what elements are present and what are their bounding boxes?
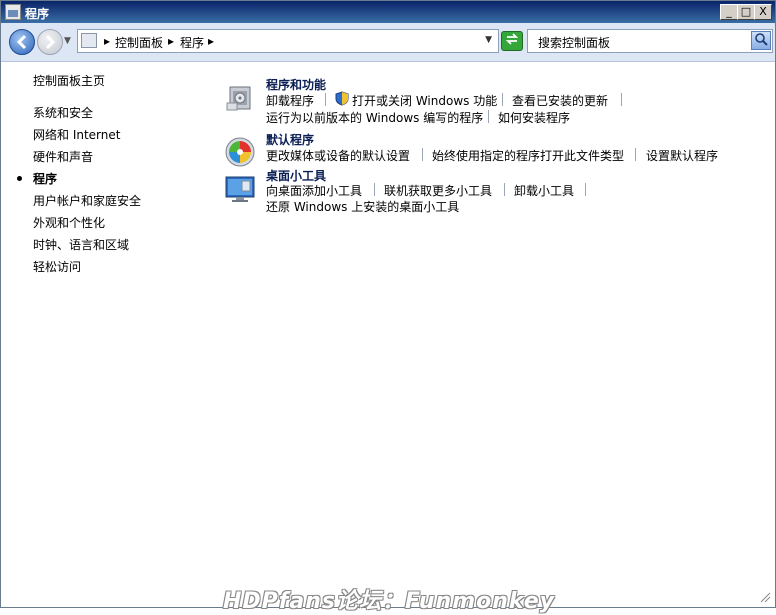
breadcrumb-control-panel[interactable]: 控制面板 (115, 34, 163, 51)
task-turn-windows-features[interactable]: 打开或关闭 Windows 功能 (352, 92, 497, 109)
task-separator (488, 110, 489, 123)
sidebar: 控制面板主页 系统和安全 网络和 Internet 硬件和声音 程序 用户帐户和… (1, 62, 211, 606)
sidebar-item-system-security[interactable]: 系统和安全 (33, 104, 93, 121)
task-separator (585, 183, 586, 196)
task-get-more-gadgets[interactable]: 联机获取更多小工具 (384, 182, 492, 199)
task-always-use-program[interactable]: 始终使用指定的程序打开此文件类型 (432, 147, 624, 164)
task-separator (502, 93, 503, 106)
breadcrumb-separator-icon[interactable]: ▸ (208, 34, 214, 48)
control-panel-icon (81, 33, 97, 48)
task-separator (422, 148, 423, 161)
address-box[interactable]: ▸ 控制面板 ▸ 程序 ▸ ▼ (77, 29, 499, 53)
sidebar-item-programs[interactable]: 程序 (33, 170, 57, 187)
forward-arrow-icon (45, 34, 56, 50)
task-uninstall-gadget[interactable]: 卸载小工具 (514, 182, 574, 199)
task-separator (374, 183, 375, 196)
task-add-gadgets[interactable]: 向桌面添加小工具 (266, 182, 362, 199)
task-run-older-programs[interactable]: 运行为以前版本的 Windows 编写的程序 (266, 109, 483, 126)
sidebar-item-clock-region[interactable]: 时钟、语言和区域 (33, 236, 129, 253)
sidebar-item-home[interactable]: 控制面板主页 (33, 72, 105, 89)
sidebar-item-network-internet[interactable]: 网络和 Internet (33, 126, 120, 143)
search-icon (755, 33, 768, 46)
task-view-installed-updates[interactable]: 查看已安装的更新 (512, 92, 608, 109)
sidebar-item-hardware-sound[interactable]: 硬件和声音 (33, 148, 93, 165)
back-button[interactable] (9, 29, 35, 55)
close-button[interactable]: X (754, 4, 772, 20)
selected-bullet-icon (17, 176, 22, 181)
task-how-to-install[interactable]: 如何安装程序 (498, 109, 570, 126)
control-panel-window: 程序 _ □ X ▼ ▸ 控制面板 ▸ 程序 ▸ ▼ 搜索控制面板 控制面板主页… (0, 0, 776, 614)
search-box[interactable]: 搜索控制面板 (527, 29, 773, 53)
window-icon (5, 4, 21, 20)
search-input[interactable]: 搜索控制面板 (538, 34, 610, 51)
watermark-text: HDPfans论坛：Funmonkey (223, 589, 556, 614)
task-separator (621, 93, 622, 106)
sidebar-item-user-accounts[interactable]: 用户帐户和家庭安全 (33, 192, 141, 209)
minimize-button[interactable]: _ (720, 4, 738, 20)
task-restore-gadgets[interactable]: 还原 Windows 上安装的桌面小工具 (266, 198, 459, 215)
recent-pages-dropdown-icon[interactable]: ▼ (64, 36, 71, 46)
default-programs-icon[interactable] (224, 136, 256, 168)
programs-features-icon[interactable] (224, 81, 256, 113)
sidebar-item-appearance[interactable]: 外观和个性化 (33, 214, 105, 231)
address-dropdown-icon[interactable]: ▼ (485, 35, 492, 45)
back-arrow-icon (16, 34, 27, 50)
title-bar[interactable]: 程序 _ □ X (1, 1, 775, 23)
address-bar: ▼ ▸ 控制面板 ▸ 程序 ▸ ▼ 搜索控制面板 (1, 23, 775, 62)
task-separator (504, 183, 505, 196)
task-change-media-defaults[interactable]: 更改媒体或设备的默认设置 (266, 147, 410, 164)
resize-grip-icon[interactable] (759, 591, 771, 603)
task-set-default-programs[interactable]: 设置默认程序 (646, 147, 718, 164)
breadcrumb-separator-icon[interactable]: ▸ (104, 34, 110, 48)
desktop-gadgets-icon[interactable] (224, 173, 256, 205)
refresh-icon (505, 33, 519, 45)
sidebar-item-ease-of-access[interactable]: 轻松访问 (33, 258, 81, 275)
forward-button[interactable] (37, 29, 63, 55)
maximize-button[interactable]: □ (737, 4, 755, 20)
search-button[interactable] (751, 31, 771, 50)
window-title: 程序 (25, 7, 50, 21)
shield-icon (335, 91, 349, 109)
category-title-programs-features[interactable]: 程序和功能 (266, 76, 326, 93)
task-separator (635, 148, 636, 161)
breadcrumb-programs[interactable]: 程序 (180, 34, 204, 51)
breadcrumb-separator-icon[interactable]: ▸ (168, 34, 174, 48)
task-separator (325, 93, 326, 106)
category-title-default-programs[interactable]: 默认程序 (266, 131, 314, 148)
refresh-button[interactable] (501, 31, 523, 51)
task-uninstall-program[interactable]: 卸载程序 (266, 92, 314, 109)
